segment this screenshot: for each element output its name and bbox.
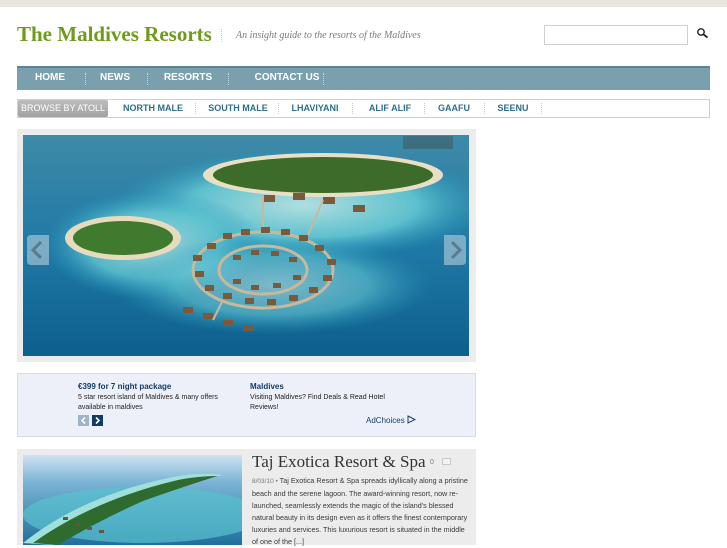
atoll-divider — [195, 103, 196, 114]
ad-text-1[interactable]: 5 star resort island of Maldives & many … — [78, 393, 238, 413]
atoll-divider — [541, 103, 542, 114]
nav-news[interactable]: NEWS — [93, 68, 137, 90]
post-thumbnail[interactable] — [23, 455, 242, 545]
site-title[interactable]: The Maldives Resorts — [17, 22, 212, 47]
nav-divider — [323, 73, 324, 85]
ad-banner: €399 for 7 night package 5 star resort i… — [17, 373, 476, 437]
atoll-divider — [424, 103, 425, 114]
comment-count[interactable]: 0 — [430, 459, 434, 466]
slider-next-arrow-icon[interactable] — [444, 235, 466, 265]
post-title[interactable]: Taj Exotica Resort & Spa — [252, 452, 426, 472]
atoll-north-male[interactable]: NORTH MALE — [116, 100, 190, 117]
ad-prev-icon[interactable] — [78, 415, 89, 426]
search-input[interactable] — [544, 25, 688, 45]
post-date: 8/03/10 • — [252, 478, 278, 485]
nav-contact-us[interactable]: CONTACT US — [239, 68, 335, 90]
main-navigation: HOME NEWS RESORTS CONTACT US — [17, 66, 710, 90]
aerial-resort-photo — [23, 135, 469, 356]
atoll-divider — [352, 103, 353, 114]
site-tagline: An insight guide to the resorts of the M… — [236, 30, 421, 41]
atoll-divider — [484, 103, 485, 114]
adchoices-icon — [407, 415, 417, 424]
browse-by-atoll-label: BROWSE BY ATOLL — [18, 100, 108, 117]
atoll-seenu[interactable]: SEENU — [490, 100, 536, 117]
atoll-south-male[interactable]: SOUTH MALE — [202, 100, 274, 117]
adchoices-label: AdChoices — [366, 416, 405, 425]
atoll-navigation: BROWSE BY ATOLL NORTH MALE SOUTH MALE LH… — [17, 99, 710, 118]
nav-resorts[interactable]: RESORTS — [157, 68, 219, 90]
post-excerpt-text: Taj Exotica Resort & Spa spreads idyllic… — [252, 476, 468, 546]
slider-prev-arrow-icon[interactable] — [27, 235, 49, 265]
ad-title-1[interactable]: €399 for 7 night package — [78, 382, 171, 391]
title-divider — [221, 29, 222, 42]
post-thumbnail-photo — [23, 455, 242, 545]
atoll-alif-alif[interactable]: ALIF ALIF — [360, 100, 420, 117]
post-card: Taj Exotica Resort & Spa 0 8/03/10 • Taj… — [17, 449, 476, 548]
slide-caption-tab — [403, 136, 453, 149]
post-excerpt: 8/03/10 • Taj Exotica Resort & Spa sprea… — [252, 475, 470, 548]
slide-image-resort-island[interactable] — [23, 135, 469, 356]
ad-next-icon[interactable] — [92, 415, 103, 426]
search-icon[interactable] — [696, 27, 710, 41]
nav-divider — [85, 73, 86, 85]
nav-divider — [147, 73, 148, 85]
atoll-lhaviyani[interactable]: LHAVIYANI — [284, 100, 346, 117]
ad-title-2[interactable]: Maldives — [250, 382, 284, 391]
atoll-divider — [278, 103, 279, 114]
featured-slider — [17, 129, 476, 362]
nav-divider — [228, 73, 229, 85]
comment-bubble-icon[interactable] — [442, 458, 451, 465]
top-strip — [0, 0, 727, 7]
atoll-gaafu[interactable]: GAAFU — [430, 100, 478, 117]
adchoices-link[interactable]: AdChoices — [366, 415, 417, 425]
nav-home[interactable]: HOME — [27, 68, 73, 90]
ad-text-2[interactable]: Visiting Maldives? Find Deals & Read Hot… — [250, 393, 400, 413]
